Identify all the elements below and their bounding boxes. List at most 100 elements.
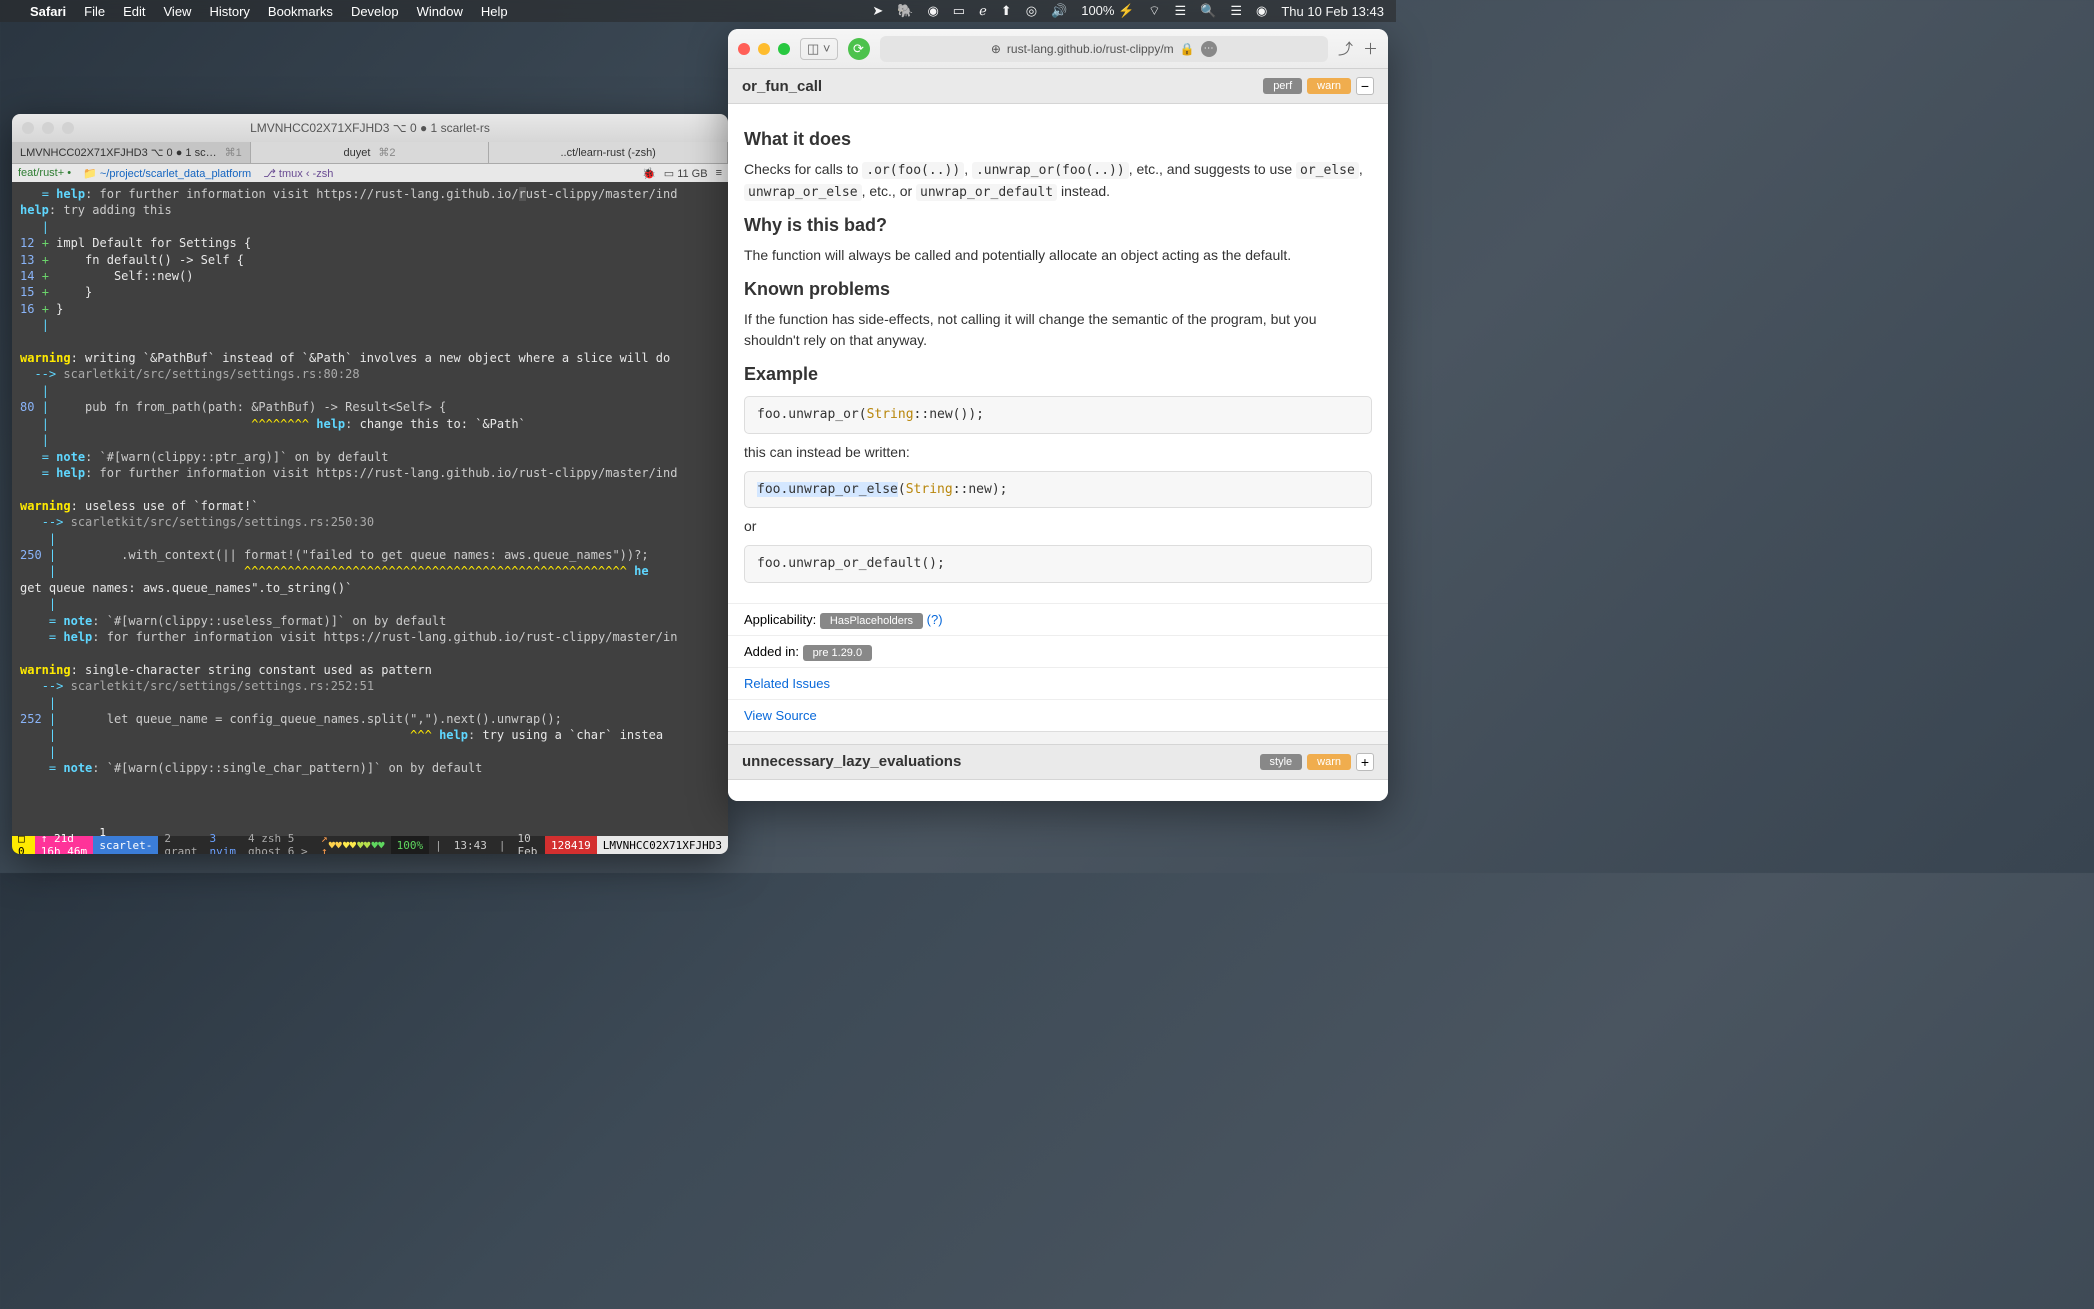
or-text: or — [744, 516, 1372, 537]
tmux-pct: 100% — [391, 836, 430, 854]
applicability-badge: HasPlaceholders — [820, 613, 923, 629]
menu-help[interactable]: Help — [481, 4, 508, 19]
new-tab-icon[interactable]: ＋ — [1363, 38, 1378, 59]
rocket-icon[interactable]: ➤ — [872, 3, 883, 19]
menu-bookmarks[interactable]: Bookmarks — [268, 4, 333, 19]
tmux-window-rest[interactable]: 4 zsh 5 ghost 6 > — [242, 836, 315, 854]
share-icon[interactable]: ⤴ — [1338, 38, 1353, 59]
what-it-does-heading: What it does — [744, 126, 1372, 153]
what-it-does-text: Checks for calls to .or(foo(..)), .unwra… — [744, 159, 1372, 202]
code-example-2: foo.unwrap_or_else(String::new); — [744, 471, 1372, 509]
minimize-button[interactable] — [42, 122, 54, 134]
site-settings-icon[interactable]: ⊕ — [991, 42, 1001, 56]
tmux-hearts: ↗ ↑ ♥♥♥♥♥♥♥♥ — [315, 836, 391, 854]
tab-shortcut: ⌘1 — [225, 146, 242, 159]
related-issues-link[interactable]: Related Issues — [744, 676, 830, 691]
tab-shortcut: ⌘2 — [378, 146, 395, 159]
address-bar[interactable]: ⊕ rust-lang.github.io/rust-clippy/m 🔒 ⋯ — [880, 36, 1328, 62]
menu-view[interactable]: View — [164, 4, 192, 19]
terminal-tab-3[interactable]: ..ct/learn-rust (-zsh) — [489, 142, 728, 163]
view-source-link[interactable]: View Source — [744, 708, 817, 723]
tab-label: ..ct/learn-rust (-zsh) — [561, 147, 656, 159]
bug-icon: 🐞 — [642, 167, 656, 180]
circle-icon[interactable]: ◎ — [1026, 3, 1037, 19]
cwd-path: 📁 ~/project/scarlet_data_platform — [83, 167, 251, 180]
collapse-button[interactable]: − — [1356, 77, 1374, 95]
wifi-icon[interactable]: ⌔ — [1148, 3, 1160, 19]
lint-name: or_fun_call — [742, 78, 822, 95]
lint-name: unnecessary_lazy_evaluations — [742, 753, 961, 770]
tmux-status: ⎇ tmux ‹ -zsh — [263, 167, 333, 180]
terminal-title: LMVNHCC02X71XFJHD3 ⌥ 0 ● 1 scarlet-rs — [250, 121, 490, 135]
why-bad-text: The function will always be called and p… — [744, 245, 1372, 266]
tmux-uptime: ↑ 21d 16h 46m — [35, 836, 94, 854]
reader-icon[interactable]: ⋯ — [1201, 41, 1217, 57]
control-center-icon[interactable]: ☰ — [1175, 3, 1187, 19]
menu-window[interactable]: Window — [417, 4, 463, 19]
lint-level-badge: warn — [1307, 754, 1351, 770]
lint-group-badge: style — [1260, 754, 1303, 770]
example-heading: Example — [744, 361, 1372, 388]
lint-body: What it does Checks for calls to .or(foo… — [728, 104, 1388, 603]
notifications-icon[interactable]: ☰ — [1230, 3, 1242, 19]
applicability-help-link[interactable]: (?) — [927, 612, 943, 627]
tmux-window-3[interactable]: 3 nvim — [204, 836, 243, 854]
lint-header-or-fun-call[interactable]: or_fun_call perf warn − — [728, 69, 1388, 104]
lint-group-badge: perf — [1263, 78, 1302, 94]
tmux-date: 10 Feb — [512, 836, 546, 854]
terminal-tabbar: LMVNHCC02X71XFJHD3 ⌥ 0 ● 1 sc… ⌘1 duyet … — [12, 142, 728, 164]
menu-history[interactable]: History — [209, 4, 249, 19]
lint-header-unnecessary-lazy[interactable]: unnecessary_lazy_evaluations style warn … — [728, 744, 1388, 780]
menu-file[interactable]: File — [84, 4, 105, 19]
safari-toolbar: ◫ ˅ ⟳ ⊕ rust-lang.github.io/rust-clippy/… — [728, 29, 1388, 69]
menu-develop[interactable]: Develop — [351, 4, 399, 19]
instead-text: this can instead be written: — [744, 442, 1372, 463]
battery-status[interactable]: 100% ⚡ — [1081, 3, 1134, 19]
terminal-window: LMVNHCC02X71XFJHD3 ⌥ 0 ● 1 scarlet-rs LM… — [12, 114, 728, 854]
minimize-button[interactable] — [758, 43, 770, 55]
upload-icon[interactable]: ⬆ — [1001, 3, 1012, 19]
code-example-3: foo.unwrap_or_default(); — [744, 545, 1372, 583]
related-issues-row: Related Issues — [728, 667, 1388, 699]
close-button[interactable] — [22, 122, 34, 134]
url-text: rust-lang.github.io/rust-clippy/m — [1007, 42, 1174, 56]
sidebar-toggle-button[interactable]: ◫ ˅ — [800, 38, 838, 60]
close-button[interactable] — [738, 43, 750, 55]
app-menu[interactable]: Safari — [30, 4, 66, 19]
globe-icon[interactable]: ◉ — [927, 3, 938, 19]
terminal-tab-1[interactable]: LMVNHCC02X71XFJHD3 ⌥ 0 ● 1 sc… ⌘1 — [12, 142, 251, 163]
code-example-1: foo.unwrap_or(String::new()); — [744, 396, 1372, 434]
siri-icon[interactable]: ◉ — [1256, 3, 1267, 19]
expand-button[interactable]: + — [1356, 753, 1374, 771]
clock[interactable]: Thu 10 Feb 13:43 — [1281, 4, 1384, 19]
terminal-output[interactable]: = help: for further information visit ht… — [12, 182, 728, 836]
spotlight-icon[interactable]: 🔍 — [1200, 3, 1216, 19]
terminal-tab-2[interactable]: duyet ⌘2 — [251, 142, 490, 163]
zoom-button[interactable] — [62, 122, 74, 134]
view-source-row: View Source — [728, 699, 1388, 732]
lock-icon: 🔒 — [1180, 42, 1195, 56]
safari-window: ◫ ˅ ⟳ ⊕ rust-lang.github.io/rust-clippy/… — [728, 29, 1388, 801]
reload-button[interactable]: ⟳ — [848, 38, 870, 60]
tmux-sep: | — [429, 836, 448, 854]
safari-status-icon[interactable]: ℯ — [979, 3, 987, 19]
menu-edit[interactable]: Edit — [123, 4, 145, 19]
volume-icon[interactable]: 🔊 — [1051, 3, 1067, 19]
terminal-statusline: feat/rust+ • 📁 ~/project/scarlet_data_pl… — [12, 164, 728, 182]
tab-label: LMVNHCC02X71XFJHD3 ⌥ 0 ● 1 sc… — [20, 146, 217, 159]
macos-menubar: Safari File Edit View History Bookmarks … — [0, 0, 1396, 22]
tmux-window-2[interactable]: 2 grant — [158, 836, 203, 854]
zoom-button[interactable] — [778, 43, 790, 55]
terminal-titlebar[interactable]: LMVNHCC02X71XFJHD3 ⌥ 0 ● 1 scarlet-rs — [12, 114, 728, 142]
why-bad-heading: Why is this bad? — [744, 212, 1372, 239]
applicability-row: Applicability: HasPlaceholders (?) — [728, 603, 1388, 635]
version-badge: pre 1.29.0 — [803, 645, 873, 661]
menu-lines-icon: ≡ — [716, 167, 722, 180]
known-problems-heading: Known problems — [744, 276, 1372, 303]
tab-label: duyet — [343, 147, 370, 159]
elephant-icon[interactable]: 🐘 — [897, 3, 913, 19]
tray-icon[interactable]: ▭ — [953, 3, 965, 19]
tmux-window-1[interactable]: 1 scarlet-rs — [93, 836, 158, 854]
clippy-docs-content[interactable]: or_fun_call perf warn − What it does Che… — [728, 69, 1388, 801]
tmux-sep: | — [493, 836, 512, 854]
